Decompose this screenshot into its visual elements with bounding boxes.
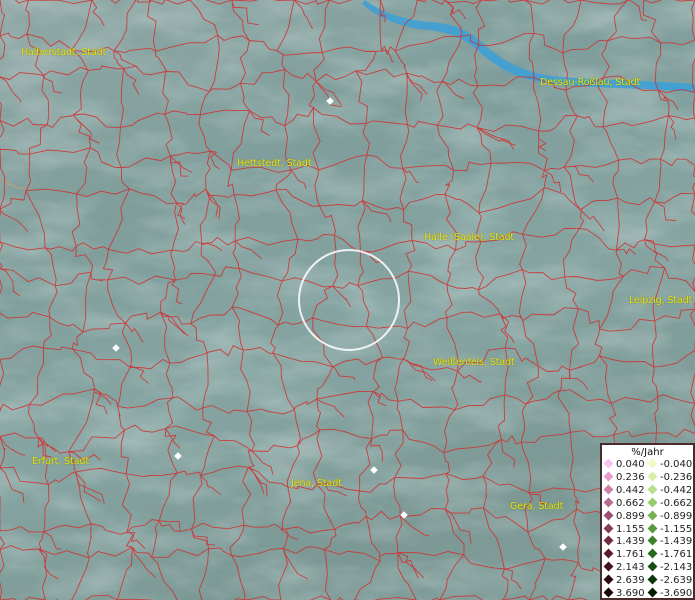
legend-swatch xyxy=(647,497,658,508)
legend-entry: -0.040 xyxy=(647,458,693,471)
legend-label: 3.690 xyxy=(616,588,645,599)
legend-swatch xyxy=(647,510,658,521)
legend-entry: -0.442 xyxy=(647,484,693,497)
legend-label: 2.143 xyxy=(616,562,645,574)
legend-label: 0.442 xyxy=(616,484,645,496)
legend-label: 1.439 xyxy=(616,536,645,548)
legend-swatch xyxy=(603,497,614,508)
legend-swatch xyxy=(647,458,658,469)
legend-entry: -1.155 xyxy=(647,523,693,536)
legend-entry: 0.040 xyxy=(603,458,645,471)
measurement-point[interactable] xyxy=(326,97,334,105)
legend-swatch xyxy=(603,510,614,521)
legend-entry: 0.236 xyxy=(603,471,645,484)
legend-entry: -0.899 xyxy=(647,510,693,523)
legend-swatch xyxy=(647,587,658,598)
legend-swatch xyxy=(647,523,658,533)
legend-label: -0.040 xyxy=(660,459,693,470)
legend-label: 0.040 xyxy=(616,459,645,470)
legend-swatch xyxy=(603,458,614,469)
measurement-point[interactable] xyxy=(174,452,182,460)
legend-label: -0.442 xyxy=(660,484,693,496)
city-label: Weißenfels, Stadt xyxy=(433,357,515,368)
legend-swatch xyxy=(603,574,614,585)
measurement-points xyxy=(1,0,693,596)
legend-swatch xyxy=(603,535,614,546)
measurement-point[interactable] xyxy=(112,344,120,352)
legend-swatch xyxy=(647,471,658,482)
city-label: Dessau-Roßlau, Stadt xyxy=(540,77,641,88)
city-label: Hettstedt, Stadt xyxy=(237,158,312,169)
legend-swatch xyxy=(603,587,614,598)
legend-entry: 3.690 xyxy=(603,587,645,600)
legend-label: 2.639 xyxy=(616,575,645,587)
legend-label: -0.662 xyxy=(660,497,693,509)
measurement-point[interactable] xyxy=(400,511,408,519)
legend-entry: -1.761 xyxy=(647,548,693,561)
legend-label: -1.439 xyxy=(660,536,693,548)
city-label: Jena, Stadt xyxy=(291,478,342,489)
legend-label: 0.662 xyxy=(616,497,645,509)
legend-swatch xyxy=(603,548,614,559)
legend-entry: 0.899 xyxy=(603,510,645,523)
legend-swatch xyxy=(647,561,658,572)
legend-swatch xyxy=(603,561,614,572)
legend-entry: -1.439 xyxy=(647,535,693,548)
legend-label: 0.899 xyxy=(616,510,645,522)
legend-entry: -2.639 xyxy=(647,574,693,587)
legend-swatch xyxy=(647,535,658,546)
legend-entry: -0.236 xyxy=(647,471,693,484)
legend-swatch xyxy=(603,523,614,533)
legend-title: %/Jahr xyxy=(631,447,664,458)
legend-entry: 1.761 xyxy=(603,548,645,561)
measurement-point[interactable] xyxy=(559,543,567,551)
legend-label: 1.155 xyxy=(616,523,645,535)
legend-entry: 1.439 xyxy=(603,535,645,548)
legend-label: -1.761 xyxy=(660,549,693,561)
legend: %/Jahr 0.040 0.236 0.442 0.662 0.899 1.155 1.4… xyxy=(600,443,695,600)
city-label: Halberstadt, Stadt xyxy=(21,47,107,58)
map-view[interactable]: Halberstadt, Stadt Dessau-Roßlau, Stadt … xyxy=(0,0,695,600)
legend-label: -0.236 xyxy=(660,471,693,483)
legend-label: -1.155 xyxy=(660,523,693,535)
legend-label: 0.236 xyxy=(616,471,645,483)
legend-entry: -2.143 xyxy=(647,561,693,574)
city-label: Halle (Saale), Stadt xyxy=(424,232,515,243)
legend-entry: 2.639 xyxy=(603,574,645,587)
legend-label: -2.143 xyxy=(660,562,693,574)
legend-swatch xyxy=(647,484,658,495)
city-label: Erfurt, Stadt xyxy=(32,456,89,467)
legend-entry: 0.442 xyxy=(603,484,645,497)
legend-label: 1.761 xyxy=(616,549,645,561)
legend-swatch xyxy=(647,548,658,559)
legend-entry: 0.662 xyxy=(603,497,645,510)
legend-entry: -3.690 xyxy=(647,587,693,600)
city-label: Leipzig, Stadt xyxy=(629,295,693,306)
measurement-point[interactable] xyxy=(370,466,378,474)
legend-entry: 1.155 xyxy=(603,523,645,536)
legend-swatch xyxy=(603,471,614,482)
legend-label: -3.690 xyxy=(660,588,693,599)
legend-label: -0.899 xyxy=(660,510,693,522)
city-label: Gera, Stadt xyxy=(510,501,564,512)
legend-entry: 2.143 xyxy=(603,561,645,574)
legend-swatch xyxy=(603,484,614,495)
legend-label: -2.639 xyxy=(660,575,693,587)
legend-entry: -0.662 xyxy=(647,497,693,510)
legend-swatch xyxy=(647,574,658,585)
